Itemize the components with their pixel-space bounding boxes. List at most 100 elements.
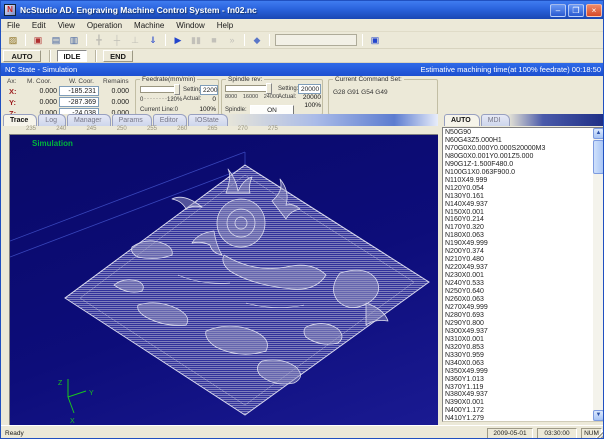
spindle-setting-value[interactable]: 20000 bbox=[298, 84, 321, 94]
feedrate-scale-max: 120% bbox=[167, 97, 182, 103]
ruler-number: 260 bbox=[177, 126, 187, 132]
maximize-button[interactable]: ❒ bbox=[568, 4, 584, 17]
axis-z-label: Z bbox=[58, 380, 63, 387]
scroll-down-icon[interactable]: ▼ bbox=[593, 410, 604, 421]
spindle-slider-track[interactable] bbox=[225, 85, 271, 92]
gcode-line: N270X49.999 bbox=[445, 304, 592, 312]
simulation-canvas[interactable]: Z Y X bbox=[10, 135, 439, 426]
menu-item-operation[interactable]: Operation bbox=[81, 21, 128, 30]
tab-iostate[interactable]: IOState bbox=[188, 114, 228, 126]
menu-item-machine[interactable]: Machine bbox=[128, 21, 170, 30]
gcode-line: N140X49.937 bbox=[445, 201, 592, 209]
ruler-number: 270 bbox=[238, 126, 248, 132]
toolbar-separator bbox=[165, 34, 166, 46]
gcode-line: N280Y0.693 bbox=[445, 312, 592, 320]
feedrate-slider-handle[interactable] bbox=[174, 84, 180, 95]
tab-mdi[interactable]: MDI bbox=[481, 114, 510, 126]
gcode-line: N220X49.937 bbox=[445, 264, 592, 272]
scroll-thumb[interactable] bbox=[593, 140, 604, 174]
toolbar-separator bbox=[244, 34, 245, 46]
spindle-setting-label: Setting: bbox=[278, 86, 298, 92]
menu-item-help[interactable]: Help bbox=[211, 21, 239, 30]
ruler-band: 235240245250255260265270275 bbox=[1, 126, 438, 134]
gcode-line: N80G0X0.001Y0.001Z5.000 bbox=[445, 153, 592, 161]
toolbar-separator bbox=[86, 34, 87, 46]
menu-item-edit[interactable]: Edit bbox=[26, 21, 52, 30]
spindle-actual-label: Actual: bbox=[278, 94, 296, 100]
ruler-number: 265 bbox=[207, 126, 217, 132]
menu-item-view[interactable]: View bbox=[52, 21, 81, 30]
simulation-label: Simulation bbox=[32, 139, 73, 148]
command-set-group: Current Command Set: G28 G91 G54 G49 bbox=[328, 79, 438, 115]
engraved-plate-wireframe bbox=[65, 165, 429, 415]
gcode-line: N210Y0.480 bbox=[445, 256, 592, 264]
window-title: NcStudio AD. Engraving Machine Control S… bbox=[20, 5, 550, 15]
mode-button-row: AUTO IDLE END bbox=[1, 49, 604, 63]
open-file-icon[interactable]: ▨ bbox=[5, 33, 21, 47]
idle-mode-button[interactable]: IDLE bbox=[57, 50, 87, 62]
spindle-tick-label: 16000 bbox=[243, 94, 258, 100]
nc-state-bar: NC State - Simulation Estimative machini… bbox=[1, 63, 604, 76]
spindle-group: Spindle rev: Setting: 20000 800016000240… bbox=[221, 79, 323, 115]
tab-manager[interactable]: Manager bbox=[67, 114, 111, 126]
simulation-viewport[interactable]: Z Y X Simulation bbox=[9, 134, 438, 425]
scroll-up-icon[interactable]: ▲ bbox=[593, 128, 604, 139]
gcode-line: N200Y0.374 bbox=[445, 248, 592, 256]
x-work-coord[interactable]: -185.231 bbox=[59, 86, 99, 96]
toolbar-separator bbox=[269, 34, 270, 46]
menu-item-window[interactable]: Window bbox=[170, 21, 210, 30]
breakpoint-icon[interactable]: ◆ bbox=[249, 33, 265, 47]
resize-grip[interactable] bbox=[595, 430, 604, 439]
ruler-number: 245 bbox=[86, 126, 96, 132]
gcode-line: N410Y1.279 bbox=[445, 415, 592, 420]
feedrate-scale-min: 0 bbox=[140, 97, 143, 103]
end-mode-button[interactable]: END bbox=[103, 50, 133, 62]
show-current-line-icon[interactable]: ▣ bbox=[367, 33, 383, 47]
y-work-coord[interactable]: -287.369 bbox=[59, 97, 99, 107]
tab-editor[interactable]: Editor bbox=[153, 114, 187, 126]
wcoor-header: W. Coor. bbox=[69, 78, 94, 85]
ruler-number: 240 bbox=[56, 126, 66, 132]
tab-params[interactable]: Params bbox=[112, 114, 152, 126]
feedrate-slider-track[interactable] bbox=[140, 86, 178, 93]
title-bar[interactable]: N NcStudio AD. Engraving Machine Control… bbox=[1, 1, 604, 19]
machining-time-estimate: Estimative machining time(at 100% feedra… bbox=[420, 65, 601, 74]
tab-trace[interactable]: Trace bbox=[3, 114, 37, 126]
x-remains: 0.000 bbox=[101, 88, 129, 95]
close-button[interactable]: × bbox=[586, 4, 602, 17]
ruler-number: 275 bbox=[268, 126, 278, 132]
mode-separator bbox=[49, 50, 51, 62]
gcode-line: N60G43Z5.000H1 bbox=[445, 137, 592, 145]
y-machine-coord: 0.000 bbox=[23, 99, 57, 106]
tab-log[interactable]: Log bbox=[38, 114, 66, 126]
x-machine-coord: 0.000 bbox=[23, 88, 57, 95]
nc-state-title: NC State - Simulation bbox=[5, 65, 77, 74]
back-to-origin-icon[interactable]: ⇓ bbox=[145, 33, 161, 47]
menu-bar: FileEditViewOperationMachineWindowHelp bbox=[1, 19, 604, 32]
gcode-line: N130Y0.161 bbox=[445, 193, 592, 201]
gcode-line: N300X49.937 bbox=[445, 328, 592, 336]
gcode-line: N260X0.063 bbox=[445, 296, 592, 304]
ruler-number: 235 bbox=[26, 126, 36, 132]
start-icon[interactable]: ▶ bbox=[170, 33, 186, 47]
minimize-button[interactable]: – bbox=[550, 4, 566, 17]
gcode-line: N330Y0.959 bbox=[445, 352, 592, 360]
gcode-line: N400Y1.172 bbox=[445, 407, 592, 415]
mcoor-header: M. Coor. bbox=[27, 78, 52, 85]
gcode-scrollbar[interactable]: ▲ ▼ bbox=[593, 128, 604, 421]
gcode-line: N390X0.001 bbox=[445, 399, 592, 407]
tab-auto[interactable]: AUTO bbox=[444, 114, 480, 126]
mode-separator bbox=[95, 50, 97, 62]
spindle-slider-handle[interactable] bbox=[266, 83, 272, 94]
ruler-number: 250 bbox=[117, 126, 127, 132]
trace-window-icon[interactable]: ▤ bbox=[48, 33, 64, 47]
simulate-icon[interactable]: ▣ bbox=[30, 33, 46, 47]
command-set-value: G28 G91 G54 G49 bbox=[333, 89, 388, 96]
gcode-line: N190X49.999 bbox=[445, 240, 592, 248]
feedrate-setting-value[interactable]: 2200 bbox=[200, 85, 218, 95]
status-ready: Ready bbox=[5, 430, 24, 437]
auto-mode-button[interactable]: AUTO bbox=[3, 50, 41, 62]
manager-window-icon[interactable]: ▥ bbox=[66, 33, 82, 47]
menu-item-file[interactable]: File bbox=[1, 21, 26, 30]
tool-calibrate-icon: ╋ bbox=[91, 33, 107, 47]
